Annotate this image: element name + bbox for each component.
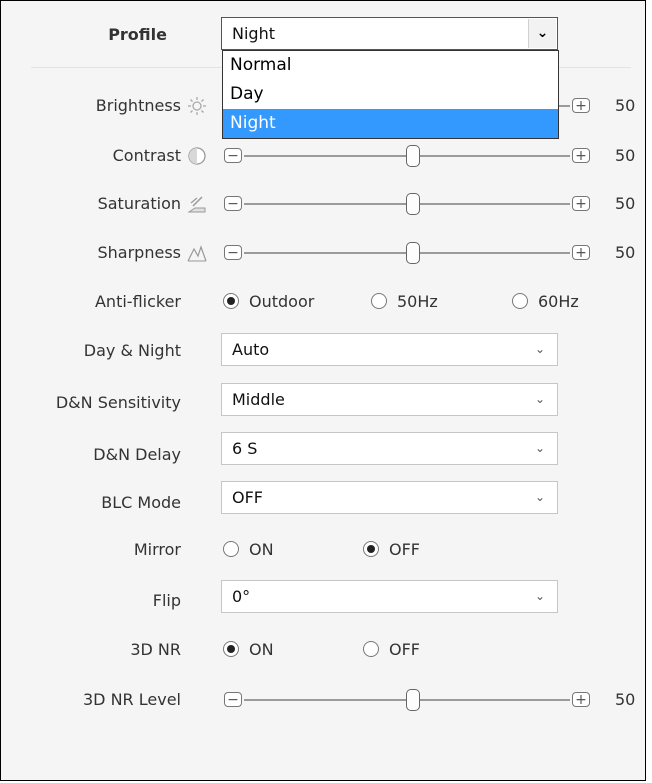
antiflicker-option-outdoor[interactable]: Outdoor xyxy=(223,282,314,322)
saturation-row: Saturation − + 50 xyxy=(1,184,647,224)
chevron-down-icon[interactable]: ⌄ xyxy=(535,433,545,464)
contrast-value: 50 xyxy=(615,146,636,165)
contrast-icon xyxy=(188,147,206,165)
mirror-option-on-label: ON xyxy=(249,540,274,559)
dn-sensitivity-label: D&N Sensitivity xyxy=(55,393,181,412)
antiflicker-option-60hz-label: 60Hz xyxy=(538,292,579,311)
nr3d-radio-group: ON OFF xyxy=(219,630,639,670)
sharpness-label: Sharpness xyxy=(97,243,182,262)
nr3d-option-on-label: ON xyxy=(249,640,274,659)
image-settings-panel: Profile Night ⌄ Normal Day Night Brightn… xyxy=(0,0,646,781)
nr3d-level-row: 3D NR Level − + 50 xyxy=(1,680,647,720)
sharpness-icon xyxy=(187,245,207,262)
nr3d-level-value: 50 xyxy=(615,690,636,709)
sharpness-thumb[interactable] xyxy=(406,242,420,264)
nr3d-level-decrease-button[interactable]: − xyxy=(224,692,242,707)
profile-select[interactable]: Night ⌄ xyxy=(221,17,558,50)
day-night-label: Day & Night xyxy=(83,341,181,360)
chevron-down-icon[interactable]: ⌄ xyxy=(535,334,545,365)
saturation-icon xyxy=(187,196,206,213)
antiflicker-option-50hz[interactable]: 50Hz xyxy=(371,282,438,322)
mirror-option-off[interactable]: OFF xyxy=(363,530,420,570)
sharpness-increase-button[interactable]: + xyxy=(572,245,590,260)
nr3d-option-off-label: OFF xyxy=(389,640,420,659)
chevron-down-icon[interactable]: ⌄ xyxy=(535,581,545,612)
brightness-increase-button[interactable]: + xyxy=(572,98,590,113)
profile-select-value: Night xyxy=(232,24,275,43)
radio-unchecked-icon[interactable] xyxy=(512,292,528,309)
radio-checked-icon[interactable] xyxy=(363,540,379,557)
contrast-increase-button[interactable]: + xyxy=(572,148,590,163)
contrast-label: Contrast xyxy=(112,146,181,165)
contrast-row: Contrast − + 50 xyxy=(1,136,647,176)
mirror-radio-group: ON OFF xyxy=(219,530,639,570)
radio-unchecked-icon[interactable] xyxy=(223,540,239,557)
nr3d-level-thumb[interactable] xyxy=(406,689,420,711)
radio-unchecked-icon[interactable] xyxy=(371,292,387,309)
contrast-decrease-button[interactable]: − xyxy=(224,148,242,163)
flip-label: Flip xyxy=(152,591,181,610)
blc-mode-select[interactable]: OFF ⌄ xyxy=(221,481,558,514)
saturation-decrease-button[interactable]: − xyxy=(224,196,242,211)
brightness-label: Brightness xyxy=(95,96,181,115)
antiflicker-label: Anti-flicker xyxy=(94,292,181,311)
brightness-value: 50 xyxy=(615,96,636,115)
dn-delay-select[interactable]: 6 S ⌄ xyxy=(221,432,558,465)
antiflicker-option-50hz-label: 50Hz xyxy=(397,292,438,311)
sharpness-value: 50 xyxy=(615,243,636,262)
nr3d-level-slider: − + 50 xyxy=(187,680,647,720)
blc-mode-label: BLC Mode xyxy=(101,493,181,512)
contrast-thumb[interactable] xyxy=(406,145,420,167)
profile-option-day[interactable]: Day xyxy=(223,80,558,109)
saturation-thumb[interactable] xyxy=(406,193,420,215)
saturation-increase-button[interactable]: + xyxy=(572,196,590,211)
mirror-label: Mirror xyxy=(133,540,181,559)
profile-option-normal[interactable]: Normal xyxy=(223,51,558,80)
saturation-value: 50 xyxy=(615,194,636,213)
chevron-down-icon[interactable]: ⌄ xyxy=(528,19,556,48)
blc-mode-select-value: OFF xyxy=(232,488,263,507)
antiflicker-radio-group: Outdoor 50Hz 60Hz xyxy=(219,282,639,322)
mirror-option-off-label: OFF xyxy=(389,540,420,559)
antiflicker-row: Anti-flicker Outdoor 50Hz 60Hz xyxy=(1,282,647,322)
chevron-down-icon[interactable]: ⌄ xyxy=(535,384,545,415)
radio-unchecked-icon[interactable] xyxy=(363,640,379,657)
dn-sensitivity-select-value: Middle xyxy=(232,390,285,409)
dn-delay-select-value: 6 S xyxy=(232,439,258,458)
sharpness-decrease-button[interactable]: − xyxy=(224,245,242,260)
profile-dropdown: Normal Day Night xyxy=(222,50,559,139)
nr3d-option-off[interactable]: OFF xyxy=(363,630,420,670)
radio-checked-icon[interactable] xyxy=(223,292,239,309)
radio-checked-icon[interactable] xyxy=(223,640,239,657)
saturation-slider: − + 50 xyxy=(187,184,647,224)
sun-icon xyxy=(188,97,206,115)
chevron-down-icon[interactable]: ⌄ xyxy=(535,482,545,513)
flip-select-value: 0° xyxy=(232,587,251,606)
profile-option-night[interactable]: Night xyxy=(223,109,558,138)
nr3d-level-label: 3D NR Level xyxy=(83,690,181,709)
antiflicker-option-60hz[interactable]: 60Hz xyxy=(512,282,579,322)
nr3d-row: 3D NR ON OFF xyxy=(1,630,647,670)
mirror-option-on[interactable]: ON xyxy=(223,530,274,570)
sharpness-slider: − + 50 xyxy=(187,233,647,273)
nr3d-option-on[interactable]: ON xyxy=(223,630,274,670)
day-night-select[interactable]: Auto ⌄ xyxy=(221,333,558,366)
flip-select[interactable]: 0° ⌄ xyxy=(221,580,558,613)
day-night-select-value: Auto xyxy=(232,340,270,359)
saturation-label: Saturation xyxy=(97,194,181,213)
antiflicker-option-outdoor-label: Outdoor xyxy=(249,292,315,311)
profile-label: Profile xyxy=(108,25,167,44)
mirror-row: Mirror ON OFF xyxy=(1,530,647,570)
contrast-slider: − + 50 xyxy=(187,136,647,176)
dn-delay-label: D&N Delay xyxy=(93,445,181,464)
sharpness-row: Sharpness − + 50 xyxy=(1,233,647,273)
nr3d-level-increase-button[interactable]: + xyxy=(572,692,590,707)
nr3d-label: 3D NR xyxy=(130,640,181,659)
dn-sensitivity-select[interactable]: Middle ⌄ xyxy=(221,383,558,416)
